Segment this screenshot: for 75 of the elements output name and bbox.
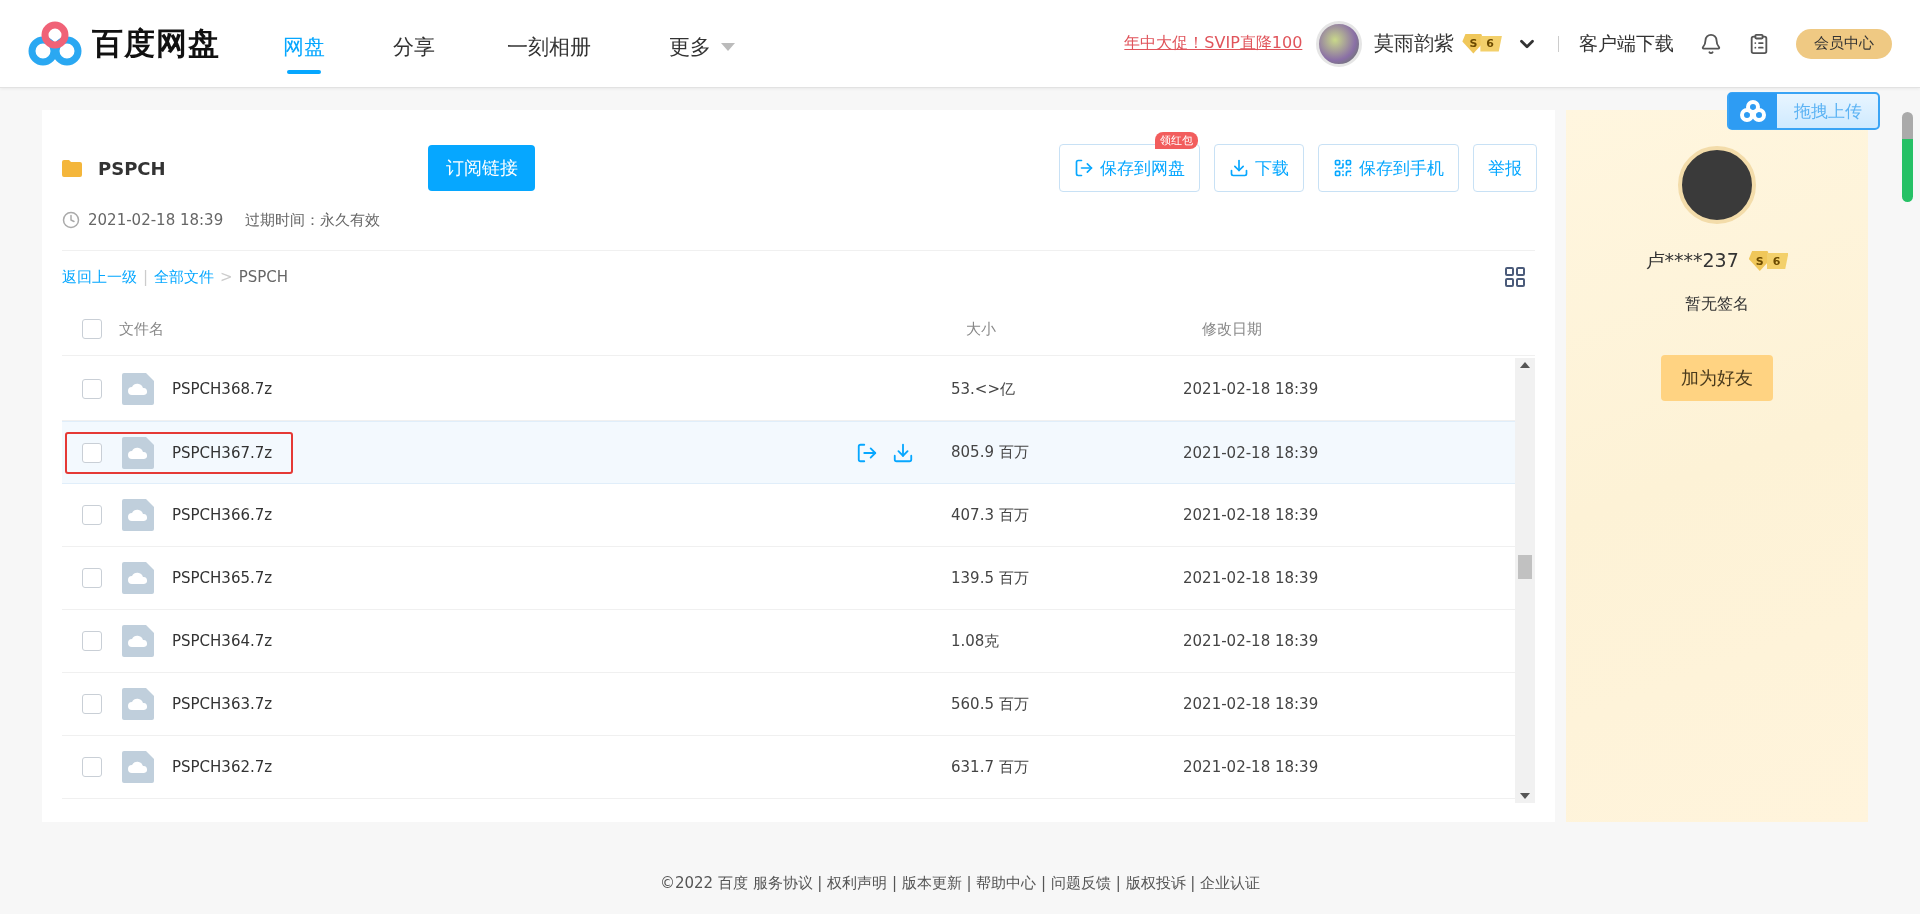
cloud-file-icon (122, 436, 154, 469)
logo-icon (28, 20, 82, 67)
breadcrumb-current: PSPCH (238, 268, 288, 286)
row-checkbox[interactable] (82, 757, 102, 777)
file-size: 631.7 百万 (951, 757, 1030, 777)
cloud-file-icon (122, 688, 154, 720)
file-date: 2021-02-18 18:39 (1183, 569, 1319, 587)
file-date: 2021-02-18 18:39 (1183, 758, 1319, 776)
grid-view-icon[interactable] (1503, 265, 1527, 289)
cloud-file-icon (122, 499, 154, 531)
promo-tag: 领红包 (1155, 132, 1198, 149)
file-date: 2021-02-18 18:39 (1183, 443, 1319, 462)
file-name[interactable]: PSPCH366.7z (172, 506, 856, 524)
file-size: 1.08克 (951, 631, 1001, 651)
file-date: 2021-02-18 18:39 (1183, 632, 1319, 650)
file-name[interactable]: PSPCH368.7z (172, 380, 856, 398)
promo-link[interactable]: 年中大促！SVIP直降100 (1124, 33, 1303, 54)
row-checkbox[interactable] (82, 505, 102, 525)
row-checkbox[interactable] (82, 568, 102, 588)
clipboard-icon[interactable] (1748, 32, 1770, 55)
file-size: 53.<>亿 (951, 379, 1016, 399)
logo-text: 百度网盘 (92, 23, 220, 63)
file-date: 2021-02-18 18:39 (1183, 380, 1319, 398)
share-date: 2021-02-18 18:39 (88, 211, 224, 229)
column-header[interactable]: 修改日期 (1202, 319, 1352, 339)
row-checkbox[interactable] (82, 631, 102, 651)
file-size: 407.3 百万 (951, 505, 1030, 525)
breadcrumb-arrow: > (220, 268, 233, 286)
cloud-file-icon (122, 751, 154, 783)
page-scrollbar[interactable] (1902, 112, 1913, 202)
list-scrollbar[interactable] (1515, 358, 1535, 803)
bell-icon[interactable] (1700, 32, 1722, 55)
cloud-file-icon (122, 625, 154, 657)
caret-icon (721, 42, 735, 51)
download-icon (1229, 158, 1249, 178)
scroll-up-icon[interactable] (1520, 362, 1530, 368)
folder-icon (62, 159, 82, 177)
folder-title: PSPCH (98, 157, 167, 179)
clock-icon (62, 211, 80, 229)
row-checkbox[interactable] (82, 694, 102, 714)
expiry-text: 过期时间：永久有效 (245, 210, 381, 230)
nav-tab[interactable]: 更多 (669, 0, 735, 88)
file-row[interactable]: PSPCH367.7z 805.9 百万 2021-02-18 18:39 (62, 421, 1515, 484)
footer-text: ©2022 百度 服务协议 | 权利声明 | 版本更新 | 帮助中心 | 问题反馈 | 版权投诉 | 企业认证 (658, 874, 1262, 893)
file-name[interactable]: PSPCH367.7z (172, 443, 856, 462)
file-date: 2021-02-18 18:39 (1183, 695, 1319, 713)
row-checkbox[interactable] (82, 442, 102, 463)
column-header[interactable]: 文件名 (119, 319, 966, 339)
column-header[interactable]: 大小 (966, 319, 1202, 339)
nav-tab[interactable]: 分享 (393, 0, 435, 88)
file-name[interactable]: PSPCH363.7z (172, 695, 856, 713)
file-size: 560.5 百万 (951, 694, 1030, 714)
file-name[interactable]: PSPCH362.7z (172, 758, 856, 776)
user-name[interactable]: 莫雨韵紫 (1374, 30, 1455, 57)
row-checkbox[interactable] (82, 379, 102, 399)
scroll-down-icon[interactable] (1520, 793, 1530, 799)
profile-name: 卢****237 (1645, 248, 1739, 273)
nav-tab[interactable]: 一刻相册 (507, 0, 591, 88)
vip-center-button[interactable]: 会员中心 (1796, 28, 1892, 59)
scroll-thumb[interactable] (1518, 555, 1532, 579)
breadcrumb-divider: | (143, 268, 149, 286)
file-name[interactable]: PSPCH365.7z (172, 569, 856, 587)
select-all-checkbox[interactable] (82, 319, 102, 339)
file-size: 139.5 百万 (951, 568, 1030, 588)
cloud-file-icon (122, 562, 154, 594)
signature-text: 暂无签名 (1685, 294, 1749, 315)
add-friend-button[interactable]: 加为好友 (1661, 355, 1773, 401)
client-download-link[interactable]: 客户端下载 (1579, 30, 1674, 57)
cloud-logo-icon (1740, 100, 1766, 122)
file-name[interactable]: PSPCH364.7z (172, 632, 856, 650)
file-date: 2021-02-18 18:39 (1183, 506, 1319, 524)
qr-code-icon (1333, 158, 1353, 178)
cloud-file-icon (122, 373, 154, 405)
download-icon[interactable] (892, 441, 914, 464)
file-size: 805.9 百万 (951, 443, 1030, 462)
